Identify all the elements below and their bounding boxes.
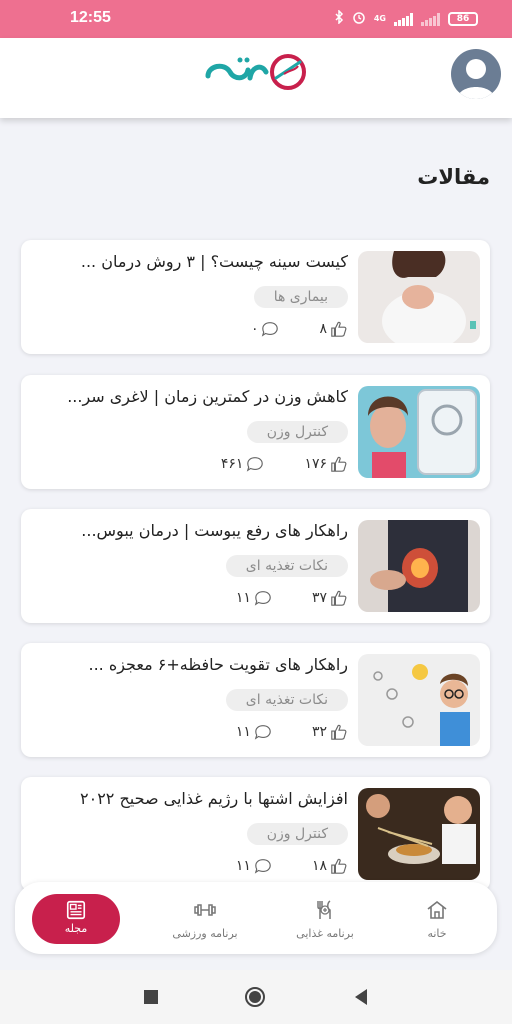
- fork-knife-icon: [317, 900, 331, 919]
- thumbs-up-icon: [331, 456, 347, 472]
- article-stats: ۳۷ ۱۱: [236, 589, 348, 607]
- article-category[interactable]: نکات تغذیه ای: [225, 555, 348, 577]
- like-stat[interactable]: ۱۸: [312, 857, 348, 875]
- thumbs-up-icon: [331, 321, 347, 337]
- user-icon: [457, 59, 495, 99]
- article-thumbnail: [358, 251, 480, 343]
- article-title: کاهش وزن در کمترین زمان | لاغری سر...: [67, 387, 348, 406]
- article-title: راهکار های رفع یبوست | درمان یبوس...: [81, 521, 348, 540]
- like-count: ۸: [319, 321, 327, 337]
- comment-icon: [262, 322, 279, 337]
- comment-stat[interactable]: ۱۱: [236, 589, 272, 607]
- app-logo[interactable]: [200, 48, 312, 94]
- app-header: [0, 38, 512, 118]
- status-icons: 4G 86: [334, 9, 478, 28]
- newspaper-icon: [66, 900, 86, 920]
- article-title: کیست سینه چیست؟ | ۳ روش درمان ...: [80, 252, 348, 271]
- home-icon: [427, 900, 447, 919]
- dumbbell-icon: [194, 904, 216, 916]
- comment-stat[interactable]: ۴۶۱: [221, 455, 265, 473]
- article-thumbnail: [358, 654, 480, 746]
- article-category[interactable]: کنترل وزن: [246, 823, 348, 845]
- comment-stat[interactable]: ۰: [251, 320, 280, 338]
- article-category[interactable]: نکات تغذیه ای: [225, 689, 348, 711]
- article-stats: ۱۷۶ ۴۶۱: [221, 455, 348, 473]
- status-bar: 12:55 4G 86: [0, 0, 512, 38]
- nav-item-magazine[interactable]: مجله: [32, 894, 120, 944]
- thumbs-up-icon: [331, 590, 347, 606]
- comment-icon: [254, 591, 271, 606]
- nav-label: مجله: [64, 922, 88, 935]
- nav-item-diet[interactable]: برنامه غذایی: [275, 882, 375, 954]
- article-stats: ۸ ۰: [251, 320, 348, 338]
- article-card[interactable]: افزایش اشتها با رژیم غذایی صحیح ۲۰۲۲ کنت…: [21, 777, 490, 891]
- article-title: راهکار های تقویت حافظه+۶ معجزه ...: [88, 655, 349, 674]
- battery-icon: 86: [448, 12, 478, 26]
- bottom-navigation: مجله برنامه ورزشی برنامه غذایی خانه: [15, 882, 497, 954]
- comment-count: ۱۱: [235, 858, 251, 874]
- like-count: ۱۷۶: [304, 456, 327, 472]
- article-title: افزایش اشتها با رژیم غذایی صحیح ۲۰۲۲: [80, 789, 348, 808]
- article-thumbnail: [358, 788, 480, 880]
- nav-label: برنامه ورزشی: [172, 927, 238, 940]
- comment-stat[interactable]: ۱۱: [236, 857, 272, 875]
- article-category[interactable]: بیماری ها: [253, 286, 348, 308]
- recent-apps-icon[interactable]: [140, 986, 162, 1008]
- signal-2-icon: [421, 12, 440, 26]
- article-card[interactable]: راهکار های تقویت حافظه+۶ معجزه ... نکات …: [21, 643, 490, 757]
- back-icon[interactable]: [350, 986, 372, 1008]
- signal-icon: [394, 12, 413, 26]
- home-button-icon[interactable]: [244, 986, 266, 1008]
- article-stats: ۱۸ ۱۱: [236, 857, 348, 875]
- comment-icon: [254, 859, 271, 874]
- article-card[interactable]: کاهش وزن در کمترین زمان | لاغری سر... کن…: [21, 375, 490, 489]
- article-card[interactable]: کیست سینه چیست؟ | ۳ روش درمان ... بیماری…: [21, 240, 490, 354]
- article-category[interactable]: کنترل وزن: [246, 421, 348, 443]
- nav-label: خانه: [427, 927, 447, 940]
- comment-stat[interactable]: ۱۱: [236, 723, 272, 741]
- like-stat[interactable]: ۸: [319, 320, 348, 338]
- bluetooth-icon: [334, 9, 344, 28]
- thumbs-up-icon: [331, 724, 347, 740]
- comment-count: ۰: [250, 321, 259, 337]
- like-stat[interactable]: ۳۲: [312, 723, 348, 741]
- comment-count: ۴۶۱: [220, 456, 244, 472]
- like-stat[interactable]: ۱۷۶: [304, 455, 348, 473]
- article-thumbnail: [358, 386, 480, 478]
- network-icon: 4G: [374, 15, 386, 23]
- like-stat[interactable]: ۳۷: [312, 589, 348, 607]
- nav-item-home[interactable]: خانه: [407, 882, 467, 954]
- like-count: ۱۸: [311, 858, 327, 874]
- article-thumbnail: [358, 520, 480, 612]
- profile-avatar[interactable]: [451, 49, 501, 99]
- comment-count: ۱۱: [235, 590, 251, 606]
- like-count: ۳۷: [311, 590, 327, 606]
- nav-item-exercise[interactable]: برنامه ورزشی: [155, 882, 255, 954]
- comment-icon: [247, 457, 264, 472]
- article-stats: ۳۲ ۱۱: [236, 723, 348, 741]
- comment-icon: [254, 725, 271, 740]
- status-time: 12:55: [70, 9, 111, 26]
- comment-count: ۱۱: [235, 724, 251, 740]
- system-navigation-bar: [0, 970, 512, 1024]
- network-label: 4G: [373, 14, 386, 23]
- nav-label: برنامه غذایی: [296, 927, 354, 940]
- like-count: ۳۲: [311, 724, 327, 740]
- article-card[interactable]: راهکار های رفع یبوست | درمان یبوس... نکا…: [21, 509, 490, 623]
- thumbs-up-icon: [331, 858, 347, 874]
- section-title: مقالات: [417, 165, 490, 189]
- alarm-icon: [352, 10, 366, 28]
